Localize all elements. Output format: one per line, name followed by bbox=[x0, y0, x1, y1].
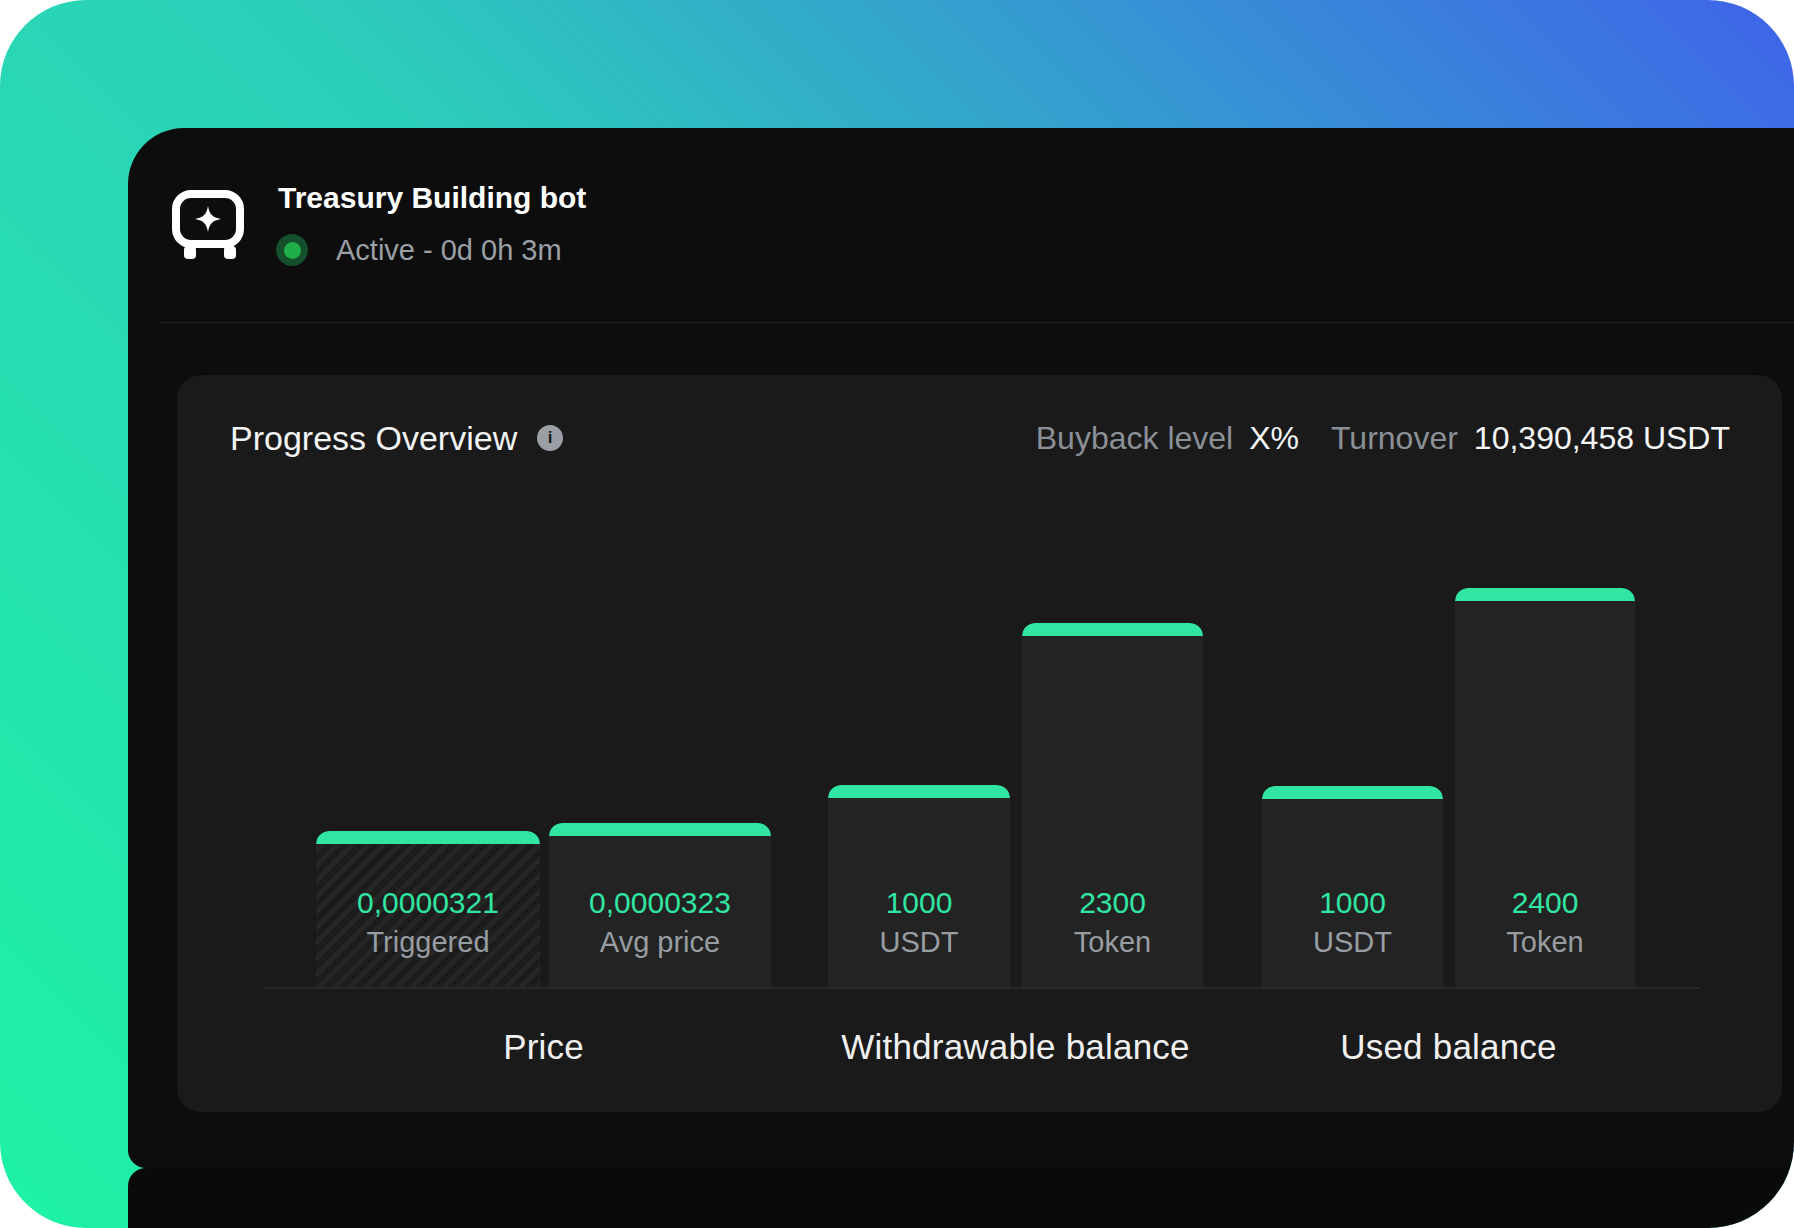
axis-line bbox=[265, 987, 1700, 989]
progress-bar-chart: 0,0000321 Triggered 0,0000323 Avg price Pric… bbox=[177, 375, 1782, 1112]
safe-with-sparkle-icon bbox=[172, 190, 244, 262]
bottom-strip bbox=[128, 1168, 1794, 1228]
bar-unit-label: USDT bbox=[828, 926, 1010, 958]
bar-value: 1000 bbox=[1262, 885, 1443, 921]
bot-title: Treasury Building bot bbox=[278, 181, 586, 215]
bar-unit-label: Token bbox=[1022, 926, 1203, 958]
bar-value: 1000 bbox=[828, 885, 1010, 921]
bar-cap bbox=[1022, 623, 1203, 636]
bar-cap bbox=[1455, 588, 1635, 601]
status-row: Active - 0d 0h 3m bbox=[276, 234, 562, 266]
bar-value: 0,0000323 bbox=[549, 885, 771, 921]
chart-bar: 1000 USDT bbox=[1262, 786, 1443, 987]
bot-card: Treasury Building bot Active - 0d 0h 3m … bbox=[128, 128, 1794, 1168]
bar-value: 2300 bbox=[1022, 885, 1203, 921]
header-divider bbox=[160, 322, 1794, 323]
bar-value: 2400 bbox=[1455, 885, 1635, 921]
group-label: Withdrawable balance bbox=[841, 1027, 1189, 1067]
bar-cap bbox=[1262, 786, 1443, 799]
group-label: Price bbox=[503, 1027, 584, 1067]
chart-bar: 0,0000321 Triggered bbox=[316, 831, 540, 987]
bar-unit-label: Token bbox=[1455, 926, 1635, 958]
bar-cap bbox=[316, 831, 540, 844]
bar-cap bbox=[828, 785, 1010, 798]
chart-bar: 1000 USDT bbox=[828, 785, 1010, 987]
gradient-background: Treasury Building bot Active - 0d 0h 3m … bbox=[0, 0, 1794, 1228]
bar-cap bbox=[549, 823, 771, 836]
status-text: Active - 0d 0h 3m bbox=[336, 234, 562, 267]
active-status-dot bbox=[276, 234, 308, 266]
bar-value: 0,0000321 bbox=[316, 885, 540, 921]
chart-bar: 2400 Token bbox=[1455, 588, 1635, 987]
group-label: Used balance bbox=[1340, 1027, 1556, 1067]
chart-bar: 2300 Token bbox=[1022, 623, 1203, 987]
progress-overview-panel: Progress Overview i Buyback level X% Tur… bbox=[177, 375, 1782, 1112]
bar-unit-label: Avg price bbox=[549, 926, 771, 958]
bar-unit-label: Triggered bbox=[316, 926, 540, 958]
bar-unit-label: USDT bbox=[1262, 926, 1443, 958]
chart-bar: 0,0000323 Avg price bbox=[549, 823, 771, 987]
